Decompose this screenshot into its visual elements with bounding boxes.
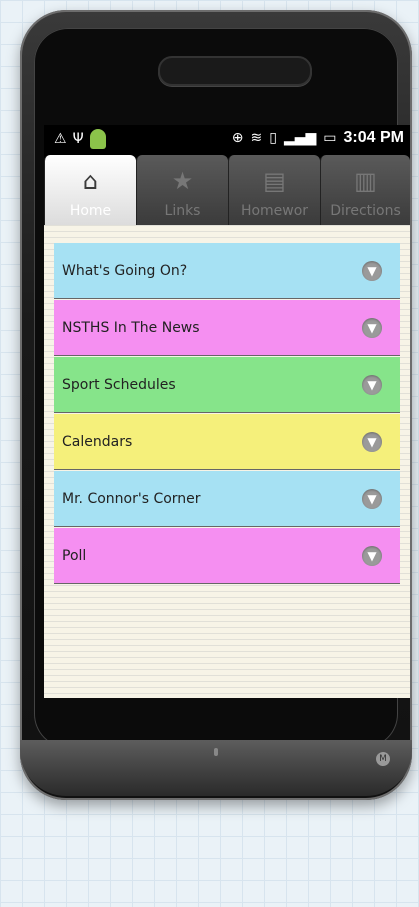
earpiece-speaker [158,56,312,86]
menu-item-poll[interactable]: Poll ▼ [54,528,400,584]
status-bar: ⚠ Ψ ⊕ ≋ ▯ ▂▄▆ ▭ 3:04 PM [44,125,410,153]
signal-icon: ▂▄▆ [283,130,317,146]
menu-item-mr-connors-corner[interactable]: Mr. Connor's Corner ▼ [54,471,400,527]
document-icon: ▤ [263,167,286,195]
menu-item-label: Poll [62,547,87,564]
chevron-down-icon[interactable]: ▼ [362,375,382,395]
tab-links-label: Links [164,203,201,219]
usb-icon: Ψ [72,131,84,147]
wifi-icon: ≋ [250,130,263,146]
tab-home-label: Home [69,203,112,219]
menu-item-label: NSTHS In The News [62,319,200,336]
android-icon [89,129,106,149]
menu-item-label: What's Going On? [62,262,188,279]
chevron-down-icon[interactable]: ▼ [362,261,382,281]
menu-item-sport-schedules[interactable]: Sport Schedules ▼ [54,357,400,413]
phone-chin: M [20,740,412,796]
location-icon: ⊕ [231,130,244,146]
tab-directions[interactable]: ▥ Directions [320,155,410,225]
tab-bar: ⌂ Home ★ Links ▤ Homewor ▥ Directions [44,153,410,225]
home-icon: ⌂ [82,167,99,195]
menu-item-label: Mr. Connor's Corner [62,490,201,507]
status-clock: 3:04 PM [343,129,404,146]
motorola-logo-icon: M [376,752,390,766]
menu-item-nsths-in-the-news[interactable]: NSTHS In The News ▼ [54,300,400,356]
chevron-down-icon[interactable]: ▼ [362,432,382,452]
menu-item-whats-going-on[interactable]: What's Going On? ▼ [54,243,400,299]
inbox-icon: ▥ [354,167,377,195]
content-area: What's Going On? ▼ NSTHS In The News ▼ S… [44,225,410,698]
warning-icon: ⚠ [54,131,67,147]
tab-directions-label: Directions [330,203,401,219]
tab-homework-label: Homewor [240,203,309,219]
menu-item-calendars[interactable]: Calendars ▼ [54,414,400,470]
star-icon: ★ [171,167,194,195]
tab-links[interactable]: ★ Links [136,155,228,225]
screen: ⚠ Ψ ⊕ ≋ ▯ ▂▄▆ ▭ 3:04 PM ⌂ Home ★ Links ▤… [44,125,410,698]
chevron-down-icon[interactable]: ▼ [362,546,382,566]
vibrate-icon: ▯ [269,130,277,146]
status-right: ⊕ ≋ ▯ ▂▄▆ ▭ 3:04 PM [232,129,404,147]
chevron-down-icon[interactable]: ▼ [362,318,382,338]
menu-item-label: Calendars [62,433,133,450]
chevron-down-icon[interactable]: ▼ [362,489,382,509]
menu-list: What's Going On? ▼ NSTHS In The News ▼ S… [54,243,400,585]
tab-home[interactable]: ⌂ Home [44,155,136,225]
chin-indicator [214,748,218,756]
status-left: ⚠ Ψ [54,129,106,149]
menu-item-label: Sport Schedules [62,376,176,393]
tab-homework[interactable]: ▤ Homewor [228,155,320,225]
battery-icon: ▭ [323,130,337,146]
